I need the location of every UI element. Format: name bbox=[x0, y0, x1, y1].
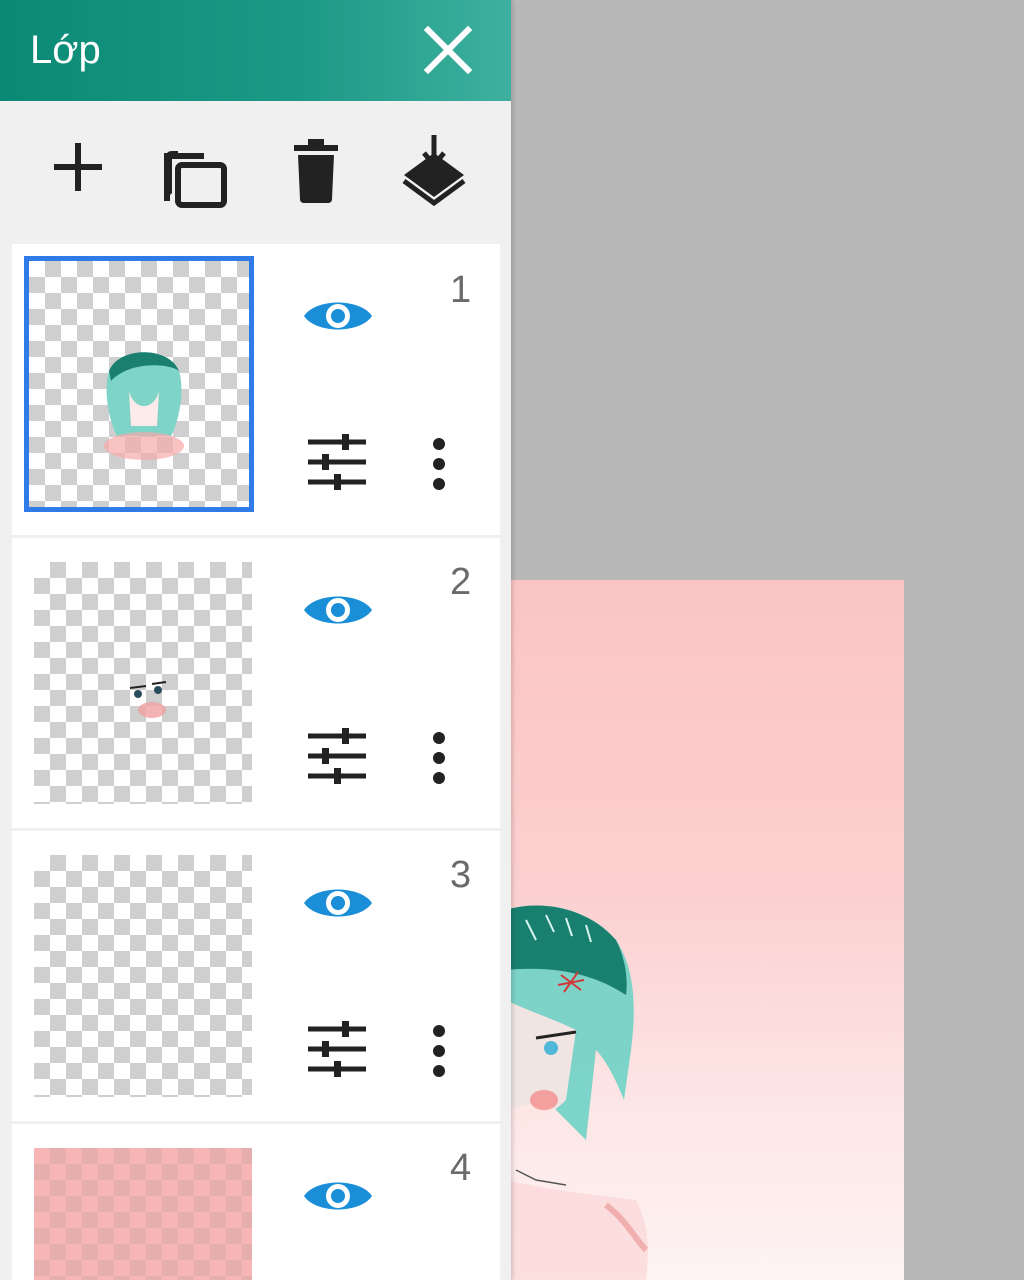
layer-toolbar bbox=[0, 101, 511, 243]
add-layer-button[interactable] bbox=[36, 125, 120, 209]
layer-settings-button-3[interactable] bbox=[306, 1021, 368, 1077]
visibility-toggle-3[interactable] bbox=[302, 879, 374, 927]
copy-icon bbox=[164, 151, 227, 208]
layer-number: 2 bbox=[450, 561, 472, 603]
character-drawing bbox=[506, 905, 649, 1280]
more-vert-icon bbox=[433, 1025, 445, 1077]
layer-panel: Lớp 1 2 3 4 bbox=[0, 0, 511, 1280]
layer-thumbnail-1[interactable] bbox=[24, 256, 254, 512]
layer-settings-button-2[interactable] bbox=[306, 728, 368, 784]
tune-icon bbox=[308, 434, 366, 490]
layer-number: 1 bbox=[450, 269, 472, 311]
layer-2-preview bbox=[129, 681, 167, 718]
layer-row-3[interactable]: 3 bbox=[12, 831, 500, 1121]
layer-1-preview bbox=[104, 352, 184, 460]
layer-menu-button-3[interactable] bbox=[426, 1023, 452, 1079]
visibility-toggle-1[interactable] bbox=[302, 292, 374, 340]
close-icon bbox=[423, 25, 473, 75]
eye-icon bbox=[304, 302, 372, 330]
tune-icon bbox=[308, 1021, 366, 1077]
tune-icon bbox=[308, 728, 366, 784]
more-vert-icon bbox=[433, 438, 445, 490]
layer-number: 3 bbox=[450, 854, 472, 896]
delete-layer-button[interactable] bbox=[274, 125, 358, 209]
layer-row-1[interactable]: 1 bbox=[12, 244, 500, 535]
artboard[interactable] bbox=[506, 580, 904, 1280]
plus-icon bbox=[54, 143, 102, 191]
layer-number: 4 bbox=[450, 1147, 472, 1189]
visibility-toggle-4[interactable] bbox=[302, 1172, 374, 1220]
layer-thumbnail-2[interactable] bbox=[34, 562, 252, 804]
eye-icon bbox=[304, 889, 372, 917]
layer-thumbnail-3[interactable] bbox=[34, 855, 252, 1097]
panel-header: Lớp bbox=[0, 0, 511, 101]
trash-icon bbox=[294, 139, 338, 203]
layer-menu-button-2[interactable] bbox=[426, 730, 452, 786]
duplicate-layer-button[interactable] bbox=[152, 125, 236, 209]
visibility-toggle-2[interactable] bbox=[302, 586, 374, 634]
layer-menu-button-1[interactable] bbox=[426, 436, 452, 492]
layer-row-4[interactable]: 4 bbox=[12, 1124, 500, 1280]
eye-icon bbox=[304, 1182, 372, 1210]
eye-icon bbox=[304, 596, 372, 624]
more-vert-icon bbox=[433, 732, 445, 784]
merge-down-button[interactable] bbox=[392, 125, 476, 209]
merge-down-icon bbox=[402, 135, 466, 207]
layer-settings-button-1[interactable] bbox=[306, 434, 368, 490]
close-button[interactable] bbox=[418, 20, 478, 80]
layer-row-2[interactable]: 2 bbox=[12, 538, 500, 828]
panel-title: Lớp bbox=[30, 28, 101, 72]
layer-thumbnail-4[interactable] bbox=[34, 1148, 252, 1280]
